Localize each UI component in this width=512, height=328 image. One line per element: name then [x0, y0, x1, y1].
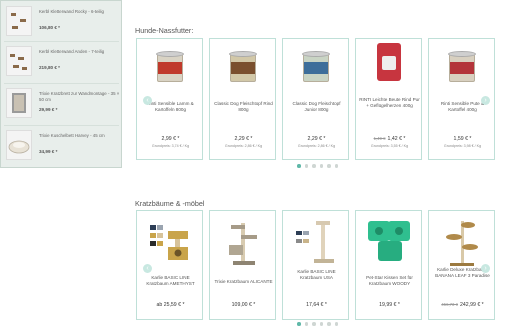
product-price: 109,00 € * [231, 302, 256, 308]
product-image[interactable] [223, 217, 263, 267]
divider [4, 83, 119, 84]
product-image[interactable] [148, 221, 192, 265]
sale-price: 242,99 € * [460, 302, 484, 308]
carousel-next-button[interactable]: › [481, 96, 490, 105]
product-price: 219,80 € * [39, 65, 60, 70]
product-name-link[interactable]: Classic Dog Fleischtopf Rind 800g [213, 101, 274, 113]
unit-price: Grundpreis: 2,86 € / Kg [297, 144, 336, 148]
product-price: 1,49 €1,42 € * [359, 136, 420, 142]
product-image[interactable] [294, 217, 338, 265]
product-name-link[interactable]: Karlie BASIC LINE Kratzbaum AMETHYST [140, 275, 201, 287]
carousel-dot[interactable] [327, 164, 331, 168]
product-thumbnail[interactable] [6, 6, 32, 36]
product-image[interactable] [228, 49, 258, 85]
product-image[interactable] [155, 49, 185, 85]
carousel-prev-button[interactable]: ‹ [143, 96, 152, 105]
carousel-dot[interactable] [327, 322, 331, 326]
carousel-dot[interactable] [297, 322, 301, 326]
carousel-pagination [297, 164, 342, 169]
product-card[interactable]: Trixie Kratzbaum ALICANTE 109,00 € * [209, 210, 276, 320]
product-name-link[interactable]: Trixie Kuschelbett Harvey - 45 cm [39, 133, 121, 139]
carousel-pagination [297, 322, 342, 327]
old-price: 1,49 € [373, 136, 386, 141]
product-price: 19,99 € * [379, 302, 400, 308]
unit-price: Grundpreis: 3,98 € / Kg [443, 144, 482, 148]
product-name-link[interactable]: Trixie Kratzbaum ALICANTE [213, 279, 274, 285]
product-price: 2,29 € * [234, 136, 253, 142]
unit-price: Grundpreis: 3,74 € / Kg [151, 144, 190, 148]
carousel-dot[interactable] [312, 164, 316, 168]
carousel-dot[interactable] [297, 164, 301, 168]
product-image[interactable] [442, 217, 482, 269]
sidebar-product-item[interactable]: Kerbl Kletterwand Rocky - 6-teilig 106,8… [4, 3, 119, 41]
divider [4, 41, 119, 42]
product-name-link[interactable]: Trixie Kratzbrett zur Wandmontage - 35 ×… [39, 91, 121, 103]
sidebar-product-item[interactable]: Trixie Kratzbrett zur Wandmontage - 35 ×… [4, 85, 119, 123]
unit-price: Grundpreis: 3,55 € / Kg [370, 144, 409, 148]
product-card[interactable]: Classic Dog Fleischtopf Rind 800g 2,29 €… [209, 38, 276, 160]
product-card[interactable]: RINTI Leichte Beute Rind Pur + Geflügelh… [355, 38, 422, 160]
carousel-dot[interactable] [312, 322, 316, 326]
product-name-link[interactable]: Kerbl Kletterwand Rocky - 6-teilig [39, 9, 121, 15]
product-price: 17,64 € * [306, 302, 327, 308]
sidebar-recently-viewed: Kerbl Kletterwand Rocky - 6-teilig 106,8… [0, 0, 122, 168]
product-name-link[interactable]: RINTI Leichte Beute Rind Pur + Geflügelh… [359, 97, 420, 109]
sidebar-product-item[interactable]: Trixie Kuschelbett Harvey - 45 cm 34,99 … [4, 127, 119, 165]
product-price: 106,80 € * [39, 25, 60, 30]
product-name-link[interactable]: Kerbl Kletterwand Anden - 7-teilig [39, 49, 121, 55]
product-image[interactable] [364, 217, 414, 265]
sale-price: 1,42 € * [387, 136, 406, 142]
product-price: 1,59 € * [453, 136, 472, 142]
product-card[interactable]: Classic Dog Fleischtopf Junior 800g 2,29… [282, 38, 349, 160]
product-card[interactable]: Karlie BASIC LINE Kratzbaum USA 17,64 € … [282, 210, 349, 320]
carousel-dot[interactable] [304, 164, 308, 168]
product-price: 34,99 € * [39, 149, 58, 154]
divider [4, 125, 119, 126]
product-name-link[interactable]: Pet-Star Kissen Set für Kratzbaum WOODY [359, 275, 420, 287]
section-title-wet-food: Hunde-Nassfutter: [135, 26, 194, 35]
product-name-link[interactable]: Karlie BASIC LINE Kratzbaum USA [286, 269, 347, 281]
product-image[interactable] [301, 49, 331, 85]
product-thumbnail[interactable] [6, 46, 32, 76]
product-thumbnail[interactable] [6, 130, 32, 160]
carousel-dot[interactable] [319, 322, 323, 326]
product-thumbnail[interactable] [6, 88, 32, 118]
section-title-cat-trees: Kratzbäume & -möbel [135, 199, 205, 208]
product-price: 29,99 € * [39, 107, 58, 112]
product-price: 2,99 € * [161, 136, 180, 142]
product-price: 2,29 € * [307, 136, 326, 142]
sidebar-product-item[interactable]: Kerbl Kletterwand Anden - 7-teilig 219,8… [4, 43, 119, 81]
product-price: 456,73 €242,99 € * [432, 302, 493, 308]
old-price: 456,73 € [441, 302, 459, 307]
product-image[interactable] [447, 49, 477, 85]
carousel-dot[interactable] [334, 322, 338, 326]
product-price: ab 25,59 € * [156, 302, 185, 308]
product-card[interactable]: Pet-Star Kissen Set für Kratzbaum WOODY … [355, 210, 422, 320]
carousel-dot[interactable] [319, 164, 323, 168]
unit-price: Grundpreis: 2,86 € / Kg [224, 144, 263, 148]
carousel-prev-button[interactable]: ‹ [143, 264, 152, 273]
carousel-dot[interactable] [304, 322, 308, 326]
carousel-next-button[interactable]: › [481, 264, 490, 273]
product-name-link[interactable]: Classic Dog Fleischtopf Junior 800g [286, 101, 347, 113]
product-image[interactable] [376, 43, 401, 81]
carousel-dot[interactable] [334, 164, 338, 168]
